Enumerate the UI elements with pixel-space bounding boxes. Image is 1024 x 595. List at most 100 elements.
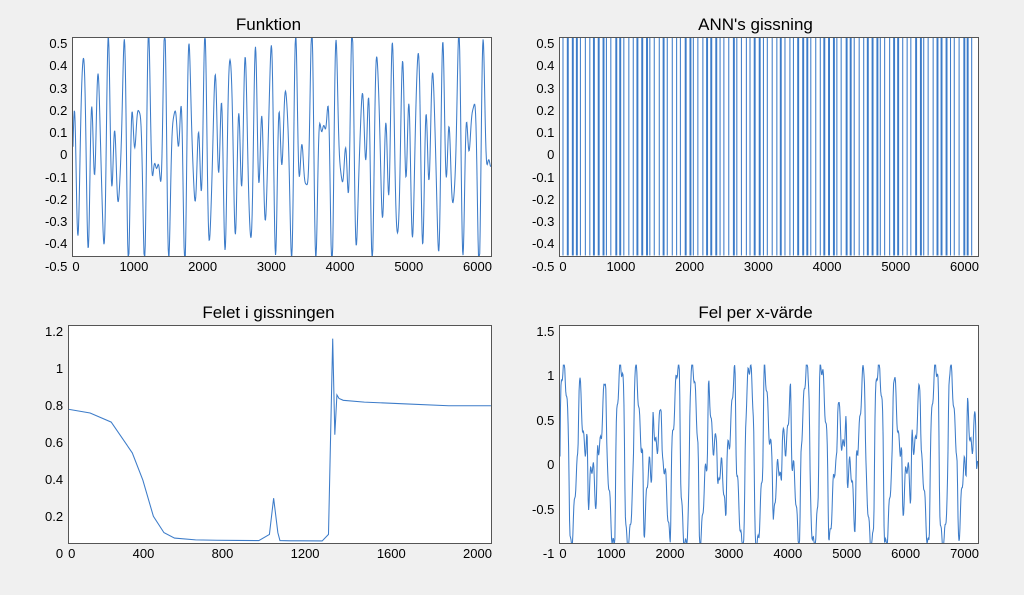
y-tick: -0.2 [532,193,554,206]
x-tick: 3000 [714,547,743,560]
x-tick: 5000 [394,260,423,273]
x-tick: 0 [559,547,566,560]
y-tick: 0 [547,458,554,471]
canvas-error [68,325,492,545]
y-axis-errx: 1.5 1 0.5 0 -0.5 -1 [532,325,559,561]
svg-error [69,326,491,544]
y-tick: -0.3 [45,215,67,228]
svg-ann [560,38,978,256]
line-errx [560,365,978,543]
y-tick: 0 [56,547,63,560]
y-tick: 0.6 [45,436,63,449]
line-funktion [73,38,491,256]
y-tick: 1 [547,369,554,382]
x-tick: 4000 [326,260,355,273]
x-tick: 6000 [891,547,920,560]
x-tick: 1200 [291,547,320,560]
x-axis-errx: 0 1000 2000 3000 4000 5000 6000 7000 [559,544,979,560]
y-tick: -1 [543,547,555,560]
x-tick: 1000 [597,547,626,560]
y-tick: 0.1 [49,126,67,139]
y-tick: -0.1 [532,171,554,184]
x-tick: 3000 [744,260,773,273]
chart-box-ann: 0 1000 2000 3000 4000 5000 6000 [559,37,979,273]
y-tick: 0.3 [49,82,67,95]
plot-area-funktion: 0.5 0.4 0.3 0.2 0.1 0 -0.1 -0.2 -0.3 -0.4 -0.5 0 10… [45,37,492,273]
y-tick: 0.3 [536,82,554,95]
title-errx: Fel per x-värde [698,303,812,323]
x-tick: 1000 [606,260,635,273]
x-tick: 6000 [950,260,979,273]
x-tick: 3000 [257,260,286,273]
y-axis-funktion: 0.5 0.4 0.3 0.2 0.1 0 -0.1 -0.2 -0.3 -0.4 -0.5 [45,37,72,273]
y-tick: 0.4 [49,59,67,72]
y-tick: 0.5 [49,37,67,50]
y-axis-ann: 0.5 0.4 0.3 0.2 0.1 0 -0.1 -0.2 -0.3 -0.4 -0.5 [532,37,559,273]
x-tick: 0 [72,260,79,273]
subplot-errx: Fel per x-värde 1.5 1 0.5 0 -0.5 -1 0 1000 2000… [532,303,979,561]
y-tick: 1.5 [536,325,554,338]
canvas-errx [559,325,979,545]
chart-box-funktion: 0 1000 2000 3000 4000 5000 6000 [72,37,492,273]
line-ann [563,38,972,256]
svg-funktion [73,38,491,256]
x-tick: 4000 [773,547,802,560]
x-tick: 2000 [675,260,704,273]
y-axis-error: 1.2 1 0.8 0.6 0.4 0.2 0 [45,325,68,561]
x-tick: 1600 [377,547,406,560]
x-tick: 7000 [950,547,979,560]
y-tick: -0.5 [45,260,67,273]
figure-grid: Funktion 0.5 0.4 0.3 0.2 0.1 0 -0.1 -0.2 -0.3 -0.… [0,0,1024,595]
x-tick: 2000 [656,547,685,560]
x-tick: 5000 [832,547,861,560]
y-tick: -0.4 [532,237,554,250]
line-error [69,338,491,540]
y-tick: -0.5 [532,503,554,516]
y-tick: 0.2 [45,510,63,523]
svg-errx [560,326,978,544]
y-tick: -0.3 [532,215,554,228]
y-tick: 1.2 [45,325,63,338]
x-tick: 2000 [188,260,217,273]
x-tick: 2000 [463,547,492,560]
y-tick: 0.4 [45,473,63,486]
y-tick: 0.2 [49,104,67,117]
y-tick: -0.1 [45,171,67,184]
x-tick: 0 [559,260,566,273]
chart-box-error: 0 400 800 1200 1600 2000 [68,325,492,561]
x-tick: 6000 [463,260,492,273]
subplot-error: Felet i gissningen 1.2 1 0.8 0.6 0.4 0.2 0 0 40… [45,303,492,561]
x-axis-error: 0 400 800 1200 1600 2000 [68,544,492,560]
y-tick: 1 [56,362,63,375]
x-axis-funktion: 0 1000 2000 3000 4000 5000 6000 [72,257,492,273]
title-funktion: Funktion [236,15,301,35]
y-tick: 0 [60,148,67,161]
subplot-ann: ANN's gissning 0.5 0.4 0.3 0.2 0.1 0 -0.1 -0.2 -… [532,15,979,273]
title-ann: ANN's gissning [698,15,813,35]
y-tick: -0.4 [45,237,67,250]
plot-area-ann: 0.5 0.4 0.3 0.2 0.1 0 -0.1 -0.2 -0.3 -0.4 -0.5 0 10… [532,37,979,273]
title-error: Felet i gissningen [202,303,334,323]
x-tick: 5000 [881,260,910,273]
y-tick: 0 [547,148,554,161]
y-tick: 0.8 [45,399,63,412]
chart-box-errx: 0 1000 2000 3000 4000 5000 6000 7000 [559,325,979,561]
y-tick: 0.4 [536,59,554,72]
y-tick: 0.5 [536,37,554,50]
y-tick: 0.2 [536,104,554,117]
x-tick: 0 [68,547,75,560]
y-tick: -0.2 [45,193,67,206]
y-tick: -0.5 [532,260,554,273]
plot-area-error: 1.2 1 0.8 0.6 0.4 0.2 0 0 400 800 1200 1600 2000 [45,325,492,561]
y-tick: 0.1 [536,126,554,139]
x-tick: 800 [212,547,234,560]
x-axis-ann: 0 1000 2000 3000 4000 5000 6000 [559,257,979,273]
canvas-ann [559,37,979,257]
x-tick: 400 [133,547,155,560]
canvas-funktion [72,37,492,257]
x-tick: 4000 [813,260,842,273]
x-tick: 1000 [119,260,148,273]
subplot-funktion: Funktion 0.5 0.4 0.3 0.2 0.1 0 -0.1 -0.2 -0.3 -0.… [45,15,492,273]
plot-area-errx: 1.5 1 0.5 0 -0.5 -1 0 1000 2000 3000 4000 5000 6000… [532,325,979,561]
y-tick: 0.5 [536,414,554,427]
